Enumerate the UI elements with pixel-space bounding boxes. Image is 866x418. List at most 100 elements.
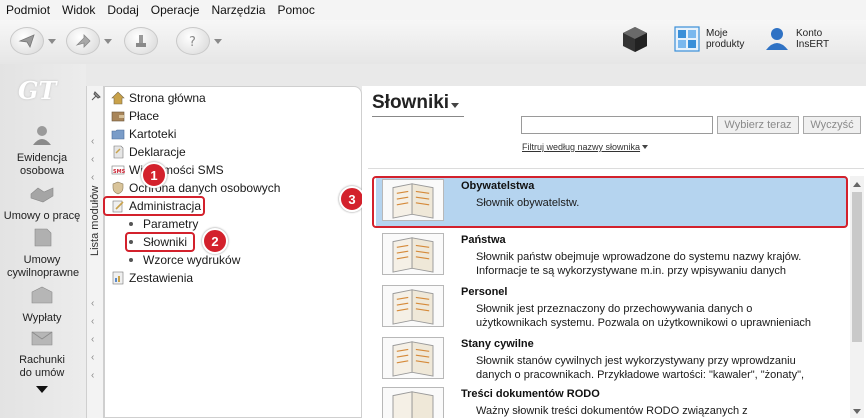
menu-operacje[interactable]: Operacje xyxy=(151,3,200,17)
dictionary-book-icon xyxy=(382,337,444,379)
products-icon xyxy=(674,26,700,52)
gt-logo: GT xyxy=(18,76,57,105)
tree-subitem-wzorce-wydrukow[interactable]: Wzorce wydruków xyxy=(129,251,240,269)
envelope-icon xyxy=(31,331,53,346)
separator xyxy=(368,168,864,169)
tree-item-deklaracje[interactable]: Deklaracje xyxy=(111,143,186,161)
dictionary-book-icon xyxy=(382,387,444,418)
chevron-left-icon[interactable]: ‹ xyxy=(91,370,94,381)
chevron-down-icon[interactable] xyxy=(104,38,112,44)
nav-umowy-o-prace[interactable]: Umowy o pracę xyxy=(0,182,84,223)
forward-button[interactable] xyxy=(66,26,112,56)
konto-insert-label: Konto InsERT xyxy=(796,28,830,50)
menu-bar: Podmiot Widok Dodaj Operacje Narzędzia P… xyxy=(0,0,866,20)
list-item[interactable]: Treści dokumentów RODO Ważny słownik tre… xyxy=(376,384,846,418)
dictionary-description: Słownik jest przeznaczony do przechowywa… xyxy=(476,303,812,329)
list-item[interactable]: Państwa Słownik państw obejmuje wprowadz… xyxy=(376,230,846,280)
module-tree-panel: Strona główna Płace Kartoteki Deklaracje… xyxy=(103,86,362,418)
search-button[interactable]: Wybierz teraz xyxy=(717,116,799,134)
nav-wyplaty[interactable]: Wypłaty xyxy=(0,284,84,325)
toolbar: ? Moje produkty Konto InsERT xyxy=(0,20,866,64)
tree-item-place[interactable]: Płace xyxy=(111,107,159,125)
chevron-down-icon[interactable] xyxy=(214,38,222,44)
svg-text:SMS: SMS xyxy=(113,169,125,175)
people-icon xyxy=(33,126,51,145)
document-icon xyxy=(34,228,52,247)
tree-item-wiadomosci-sms[interactable]: SMS Wiadomości SMS xyxy=(111,161,224,179)
wallet-icon xyxy=(111,111,125,122)
forward-icon xyxy=(66,27,100,55)
stamp-icon xyxy=(124,27,158,55)
dictionary-name: Stany cywilne xyxy=(461,338,534,350)
help-button[interactable]: ? xyxy=(176,26,222,56)
tree-item-ochrona-danych[interactable]: Ochrona danych osobowych xyxy=(111,179,280,197)
filter-by-name-link[interactable]: Filtruj według nazwy słownika xyxy=(522,142,649,152)
menu-dodaj[interactable]: Dodaj xyxy=(107,3,138,17)
nav-ewidencja-osobowa[interactable]: Ewidencja osobowa xyxy=(0,124,84,178)
shield-icon xyxy=(112,181,124,195)
highlight-obywatelstwa xyxy=(372,176,848,228)
sms-icon: SMS xyxy=(111,165,125,175)
dictionary-book-icon xyxy=(382,285,444,327)
chevron-left-icon[interactable]: ‹ xyxy=(91,154,94,165)
cube-button[interactable] xyxy=(620,24,650,54)
svg-text:?: ? xyxy=(189,35,196,50)
clear-button[interactable]: Wyczyść xyxy=(803,116,861,134)
nav-rachunki-do-umow[interactable]: Rachunki do umów xyxy=(0,326,84,380)
menu-narzedzia[interactable]: Narzędzia xyxy=(211,3,265,17)
menu-pomoc[interactable]: Pomoc xyxy=(277,3,314,17)
chevron-down-icon xyxy=(642,145,649,149)
menu-podmiot[interactable]: Podmiot xyxy=(6,3,50,17)
nav-umowy-cywilnoprawne[interactable]: Umowy cywilnoprawne xyxy=(0,226,84,280)
main-panel: Słowniki Wybierz teraz Wyczyść Filtruj w… xyxy=(362,86,866,418)
chevron-down-icon[interactable] xyxy=(48,38,56,44)
declaration-icon xyxy=(113,145,124,159)
report-icon xyxy=(112,271,124,285)
chevron-left-icon[interactable]: ‹ xyxy=(91,136,94,147)
scrollbar-thumb[interactable] xyxy=(852,192,862,342)
chevron-left-icon[interactable]: ‹ xyxy=(91,298,94,309)
left-navigation-panel: GT Ewidencja osobowa Umowy o pracę Umowy… xyxy=(0,64,86,418)
pin-icon[interactable] xyxy=(90,90,102,102)
title-underline xyxy=(372,116,464,117)
home-icon xyxy=(111,91,125,105)
chevron-down-icon xyxy=(451,102,460,108)
send-icon xyxy=(10,27,44,55)
highlight-administracja xyxy=(103,196,205,216)
module-list-strip[interactable]: ‹ ‹ ‹ ‹ ‹ ‹ ‹ ‹ ‹ Lista modułów xyxy=(86,86,104,418)
menu-widok[interactable]: Widok xyxy=(62,3,95,17)
page-title[interactable]: Słowniki xyxy=(372,92,460,114)
cube-icon xyxy=(623,27,647,52)
list-item[interactable]: Stany cywilne Słownik stanów cywilnych j… xyxy=(376,334,846,384)
tree-item-strona-glowna[interactable]: Strona główna xyxy=(111,89,206,107)
folder-icon xyxy=(111,129,125,140)
tree-item-zestawienia[interactable]: Zestawienia xyxy=(111,269,193,287)
dictionary-description: Ważny słownik treści dokumentów RODO zwi… xyxy=(476,405,748,417)
step-badge-2: 2 xyxy=(202,228,228,254)
step-badge-1: 1 xyxy=(141,162,167,188)
scroll-down-icon[interactable] xyxy=(36,386,48,393)
tree-item-kartoteki[interactable]: Kartoteki xyxy=(111,125,176,143)
scroll-up-icon[interactable] xyxy=(853,182,861,187)
dictionary-name: Państwa xyxy=(461,234,506,246)
moje-produkty-button[interactable]: Moje produkty xyxy=(672,24,744,54)
scroll-down-icon[interactable] xyxy=(853,409,861,414)
user-account-icon xyxy=(766,28,788,50)
chevron-left-icon[interactable]: ‹ xyxy=(91,352,94,363)
dictionary-name: Personel xyxy=(461,286,508,298)
dictionary-name: Treści dokumentów RODO xyxy=(461,388,600,400)
konto-insert-button[interactable]: Konto InsERT xyxy=(762,24,829,54)
dictionary-description: Słownik państw obejmuje wprowadzone do s… xyxy=(476,251,802,277)
vertical-scrollbar[interactable] xyxy=(850,176,864,418)
tree-subitem-parametry[interactable]: Parametry xyxy=(129,215,198,233)
search-input[interactable] xyxy=(521,116,713,134)
filter-button[interactable] xyxy=(124,26,158,56)
bullet xyxy=(129,258,133,262)
dictionary-description: Słownik stanów cywilnych jest wykorzysty… xyxy=(476,355,805,381)
moje-produkty-label: Moje produkty xyxy=(706,28,745,50)
bullet xyxy=(129,222,133,226)
send-button[interactable] xyxy=(10,26,56,56)
list-item[interactable]: Personel Słownik jest przeznaczony do pr… xyxy=(376,282,846,332)
chevron-left-icon[interactable]: ‹ xyxy=(91,334,94,345)
chevron-left-icon[interactable]: ‹ xyxy=(91,316,94,327)
